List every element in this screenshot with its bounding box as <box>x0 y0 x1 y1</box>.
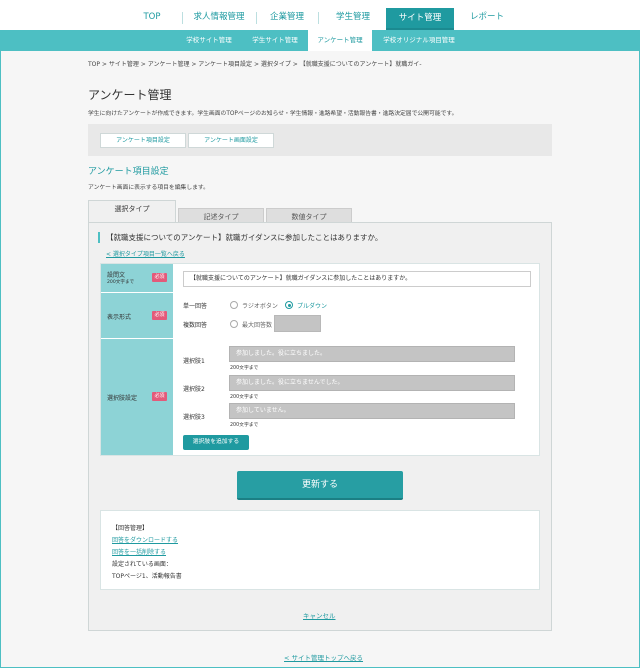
choice-1-label: 選択肢1 <box>183 358 205 365</box>
page-title: アンケート管理 <box>88 88 172 102</box>
choice-3-input[interactable]: 参加していません。 <box>229 403 515 419</box>
choice-3-limit: 200文字まで <box>230 423 259 428</box>
question-text-input[interactable]: 【就職支援についてのアンケート】就職ガイダンスに参加したことはありますか。 <box>183 271 531 287</box>
choices-label: 選択肢設定 <box>107 395 138 402</box>
top-nav: TOP 求人情報管理 企業管理 学生管理 サイト管理 レポート <box>0 0 640 30</box>
cancel-link[interactable]: キャンセル <box>303 610 336 620</box>
choice-1-limit: 200文字まで <box>230 366 259 371</box>
nav-site-management[interactable]: サイト管理 <box>386 8 454 30</box>
back-to-site-top-link[interactable]: < サイト管理トップへ戻る <box>284 652 363 662</box>
sub-nav: 学校サイト管理 学生サイト管理 アンケート管理 学校オリジナル項目管理 <box>0 30 640 51</box>
survey-item-settings-button[interactable]: アンケート項目設定 <box>100 133 186 148</box>
nav-report[interactable]: レポート <box>462 8 512 26</box>
required-badge: 必須 <box>152 273 167 282</box>
nav-top[interactable]: TOP <box>128 8 176 26</box>
max-answers-checkbox[interactable] <box>230 320 238 328</box>
max-answers-label: 最大回答数 <box>242 322 273 329</box>
display-format-label: 表示形式 <box>107 314 132 321</box>
choice-2-input[interactable]: 参加しました。役に立ちませんでした。 <box>229 375 515 391</box>
answer-management-heading: 【回答管理】 <box>112 525 149 532</box>
pulldown-option[interactable] <box>285 301 293 309</box>
answer-management-box: 【回答管理】 回答をダウンロードする 回答を一括削除する 設定されている画面： … <box>100 510 540 590</box>
radio-button-option[interactable] <box>230 301 238 309</box>
multiple-answer-label: 複数回答 <box>183 322 208 329</box>
question-text-label-cell: 設問文 200文字まで 必須 <box>101 264 173 293</box>
choice-3-label: 選択肢3 <box>183 414 205 421</box>
nav-divider <box>182 12 183 24</box>
subnav-school-site[interactable]: 学校サイト管理 <box>176 30 242 51</box>
single-answer-label: 単一回答 <box>183 303 208 310</box>
download-answers-link[interactable]: 回答をダウンロードする <box>112 535 178 544</box>
question-form: 設問文 200文字まで 必須 【就職支援についてのアンケート】就職ガイダンスに参… <box>100 263 540 456</box>
delete-answers-link[interactable]: 回答を一括削除する <box>112 547 166 556</box>
subnav-school-original[interactable]: 学校オリジナル項目管理 <box>372 30 466 51</box>
nav-student[interactable]: 学生管理 <box>328 8 378 26</box>
required-badge: 必須 <box>152 311 167 320</box>
tab-choice-type[interactable]: 選択タイプ <box>88 200 176 223</box>
question-text-label: 設問文 <box>107 272 126 279</box>
mode-button-bar: アンケート項目設定 アンケート画面設定 <box>88 124 552 156</box>
add-choice-button[interactable]: 選択肢を追加する <box>183 435 249 450</box>
required-badge: 必須 <box>152 392 167 401</box>
question-text-limit: 200文字まで <box>107 280 135 285</box>
choice-2-limit: 200文字まで <box>230 395 259 400</box>
configured-screens-label: 設定されている画面： <box>112 561 172 568</box>
nav-job-info[interactable]: 求人情報管理 <box>188 8 250 26</box>
choice-1-input[interactable]: 参加しました。役に立ちました。 <box>229 346 515 362</box>
nav-divider <box>318 12 319 24</box>
question-title: 【就職支援についてのアンケート】就職ガイダンスに参加したことはありますか。 <box>98 232 382 243</box>
radio-button-option-label[interactable]: ラジオボタン <box>242 301 278 310</box>
pulldown-option-label[interactable]: プルダウン <box>297 301 327 310</box>
choice-2-label: 選択肢2 <box>183 386 205 393</box>
section-description: アンケート画面に表示する項目を編集します。 <box>88 185 209 191</box>
survey-screen-settings-button[interactable]: アンケート画面設定 <box>188 133 274 148</box>
breadcrumb[interactable]: TOP > サイト管理 > アンケート管理 > アンケート項目設定 > 選択タイ… <box>88 59 421 68</box>
display-format-label-cell: 表示形式 必須 <box>101 293 173 339</box>
back-to-list-link[interactable]: < 選択タイプ項目一覧へ戻る <box>106 249 185 258</box>
subnav-student-site[interactable]: 学生サイト管理 <box>242 30 308 51</box>
update-button[interactable]: 更新する <box>237 471 403 500</box>
nav-company[interactable]: 企業管理 <box>262 8 312 26</box>
page-description: 学生に向けたアンケートが作成できます。学生画面のTOPページのお知らせ・学生情報… <box>88 111 458 117</box>
section-title: アンケート項目設定 <box>88 167 169 177</box>
configured-screens-value: TOPページ1、活動報告書 <box>112 573 182 580</box>
max-answers-input[interactable] <box>274 315 321 332</box>
subnav-survey[interactable]: アンケート管理 <box>308 30 372 51</box>
choices-label-cell: 選択肢設定 必須 <box>101 339 173 455</box>
nav-divider <box>256 12 257 24</box>
